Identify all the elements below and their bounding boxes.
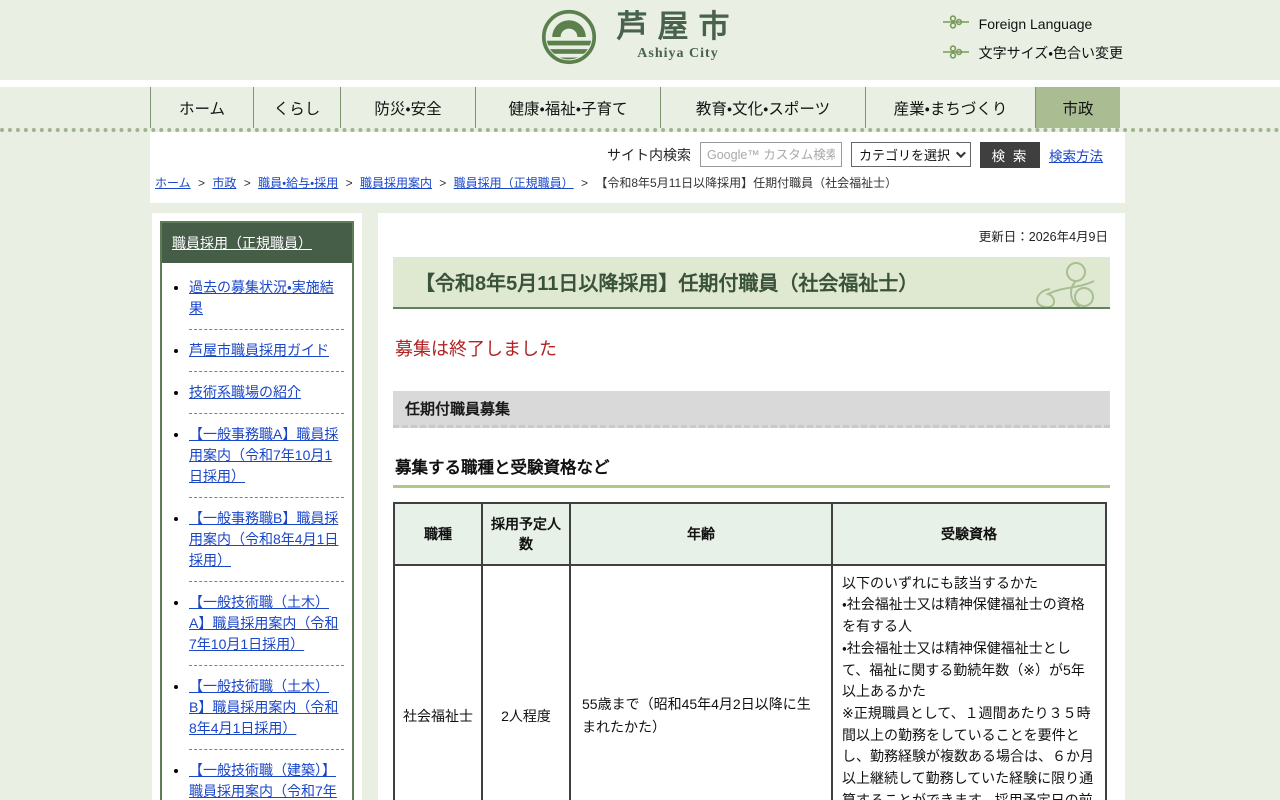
table-header-row: 職種 採用予定人数 年齢 受験資格 xyxy=(394,503,1106,565)
top-strip: サイト内検索 カテゴリを選択 検 索 検索方法 ホーム > 市政 > 職員・給与… xyxy=(150,132,1125,203)
page-title-banner: 【令和8年5月11日以降採用】任期付職員（社会福祉士） xyxy=(393,257,1110,309)
sidebar-item-jimu-b[interactable]: 【一般事務職B】職員採用案内（令和8年4月1日採用） xyxy=(189,510,338,568)
chevron-down-icon xyxy=(956,148,966,158)
list-item: 【一般技術職（土木）A】職員採用案内（令和7年10月1日採用） xyxy=(189,582,344,666)
list-item: 技術系職場の紹介 xyxy=(189,372,344,414)
site-header: 芦屋市 Ashiya City Foreign Language xyxy=(0,0,1280,80)
breadcrumb-link-shokuin[interactable]: 職員・給与・採用 xyxy=(258,176,338,190)
sidebar-item-doboku-a[interactable]: 【一般技術職（土木）A】職員採用案内（令和7年10月1日採用） xyxy=(189,594,338,652)
breadcrumb-separator: > xyxy=(244,176,251,190)
list-item: 【一般事務職A】職員採用案内（令和7年10月1日採用） xyxy=(189,414,344,498)
content-row: 職員採用（正規職員） 過去の募集状況・実施結果 芦屋市職員採用ガイド 技術系職場… xyxy=(152,213,1280,800)
breadcrumb-separator: > xyxy=(439,176,446,190)
sidebar-menu: 過去の募集状況・実施結果 芦屋市職員採用ガイド 技術系職場の紹介 【一般事務職A… xyxy=(162,263,352,800)
search-button[interactable]: 検 索 xyxy=(980,142,1040,168)
sidebar-item-doboku-b[interactable]: 【一般技術職（土木）B】職員採用案内（令和8年4月1日採用） xyxy=(189,678,338,736)
nav-item-sangyou[interactable]: 産業・まちづくり xyxy=(865,87,1035,128)
foreign-language-link[interactable]: Foreign Language xyxy=(943,15,1123,32)
site-search-input[interactable] xyxy=(700,142,842,167)
sidebar-item-jimu-a[interactable]: 【一般事務職A】職員採用案内（令和7年10月1日採用） xyxy=(189,426,338,484)
recruitment-closed-notice: 募集は終了しました xyxy=(395,335,1110,361)
list-item: 芦屋市職員採用ガイド xyxy=(189,330,344,372)
sidebar-item-tech-workplace[interactable]: 技術系職場の紹介 xyxy=(189,384,301,400)
site-title-block: 芦屋市 Ashiya City xyxy=(617,9,740,62)
nav-item-bousai[interactable]: 防災・安全 xyxy=(340,87,475,128)
subheading: 募集する職種と受験資格など xyxy=(393,454,1110,488)
site-search-label: サイト内検索 xyxy=(607,145,691,165)
breadcrumb-current: 【令和8年5月11日以降採用】任期付職員（社会福祉士） xyxy=(595,176,897,190)
nav-item-kurashi[interactable]: くらし xyxy=(253,87,340,128)
utility-links: Foreign Language 文字サイズ・色合い変更 xyxy=(943,15,1123,63)
nav-item-kenkou[interactable]: 健康・福祉・子育て xyxy=(475,87,660,128)
global-nav-inner: ホーム くらし 防災・安全 健康・福祉・子育て 教育・文化・スポーツ 産業・まち… xyxy=(150,87,1125,128)
list-item: 過去の募集状況・実施結果 xyxy=(189,267,344,330)
breadcrumb-link-shisei[interactable]: 市政 xyxy=(212,176,236,190)
breadcrumb-separator: > xyxy=(346,176,353,190)
col-header-count: 採用予定人数 xyxy=(482,503,570,565)
list-item: 【一般技術職（土木）B】職員採用案内（令和8年4月1日採用） xyxy=(189,666,344,750)
updated-date: 更新日：2026年4月9日 xyxy=(393,226,1108,245)
flower-ornament-icon xyxy=(1020,259,1098,309)
ashiya-city-logo-icon xyxy=(541,9,597,70)
foreign-language-label: Foreign Language xyxy=(979,16,1093,32)
sprig-ornament-icon xyxy=(943,15,969,32)
cell-job-type: 社会福祉士 xyxy=(394,565,482,800)
sidebar-item-recruit-guide[interactable]: 芦屋市職員採用ガイド xyxy=(189,342,329,358)
nav-item-kyouiku[interactable]: 教育・文化・スポーツ xyxy=(660,87,865,128)
list-item: 【一般事務職B】職員採用案内（令和8年4月1日採用） xyxy=(189,498,344,582)
main-content: 更新日：2026年4月9日 【令和8年5月11日以降採用】任期付職員（社会福祉士… xyxy=(378,213,1125,800)
site-title-en: Ashiya City xyxy=(617,46,740,62)
site-search: サイト内検索 カテゴリを選択 検 索 検索方法 xyxy=(150,140,1125,169)
page-root: 芦屋市 Ashiya City Foreign Language xyxy=(0,0,1280,800)
sidebar-item-kenchiku[interactable]: 【一般技術職（建築）】職員採用案内（令和7年10月1日採用） xyxy=(189,762,337,800)
sidebar-item-past-results[interactable]: 過去の募集状況・実施結果 xyxy=(189,279,334,316)
breadcrumb-separator: > xyxy=(198,176,205,190)
breadcrumb: ホーム > 市政 > 職員・給与・採用 > 職員採用案内 > 職員採用（正規職員… xyxy=(150,169,1125,198)
breadcrumb-link-saiyou-annai[interactable]: 職員採用案内 xyxy=(360,176,432,190)
breadcrumb-separator: > xyxy=(581,176,588,190)
breadcrumb-link-seiki[interactable]: 職員採用（正規職員） xyxy=(454,176,574,190)
col-header-age: 年齢 xyxy=(570,503,832,565)
breadcrumb-link-home[interactable]: ホーム xyxy=(155,176,191,190)
sidebar-title-link[interactable]: 職員採用（正規職員） xyxy=(172,235,312,251)
nav-item-home[interactable]: ホーム xyxy=(150,87,253,128)
sidebar-box: 職員採用（正規職員） 過去の募集状況・実施結果 芦屋市職員採用ガイド 技術系職場… xyxy=(160,221,354,800)
list-item: 【一般技術職（建築）】職員採用案内（令和7年10月1日採用） xyxy=(189,750,344,800)
sprig-ornament-icon xyxy=(943,45,969,62)
global-nav: ホーム くらし 防災・安全 健康・福祉・子育て 教育・文化・スポーツ 産業・まち… xyxy=(0,87,1280,132)
sidebar-header[interactable]: 職員採用（正規職員） xyxy=(162,223,352,263)
col-header-type: 職種 xyxy=(394,503,482,565)
recruitment-table: 職種 採用予定人数 年齢 受験資格 社会福祉士 2人程度 55歳まで（昭和45年… xyxy=(393,502,1107,800)
text-size-color-label: 文字サイズ・色合い変更 xyxy=(979,43,1123,63)
category-select[interactable]: カテゴリを選択 xyxy=(851,142,971,167)
cell-count: 2人程度 xyxy=(482,565,570,800)
sidebar: 職員採用（正規職員） 過去の募集状況・実施結果 芦屋市職員採用ガイド 技術系職場… xyxy=(152,213,362,800)
nav-item-shisei[interactable]: 市政 xyxy=(1035,87,1120,128)
site-title: 芦屋市 xyxy=(617,9,740,45)
section-bar: 任期付職員募集 xyxy=(393,391,1110,428)
header-separator xyxy=(0,80,1280,87)
content-gap xyxy=(0,203,1280,213)
col-header-qualification: 受験資格 xyxy=(832,503,1106,565)
text-size-color-link[interactable]: 文字サイズ・色合い変更 xyxy=(943,43,1123,63)
search-help-link[interactable]: 検索方法 xyxy=(1049,145,1103,165)
category-select-value: カテゴリを選択 xyxy=(859,145,950,164)
table-row: 社会福祉士 2人程度 55歳まで（昭和45年4月2日以降に生まれたかた） 以下の… xyxy=(394,565,1106,800)
cell-age: 55歳まで（昭和45年4月2日以降に生まれたかた） xyxy=(570,565,832,800)
page-title: 【令和8年5月11日以降採用】任期付職員（社会福祉士） xyxy=(415,267,918,296)
cell-qualification: 以下のいずれにも該当するかた ・社会福祉士又は精神保健福祉士の資格を有する人 ・… xyxy=(832,565,1106,800)
